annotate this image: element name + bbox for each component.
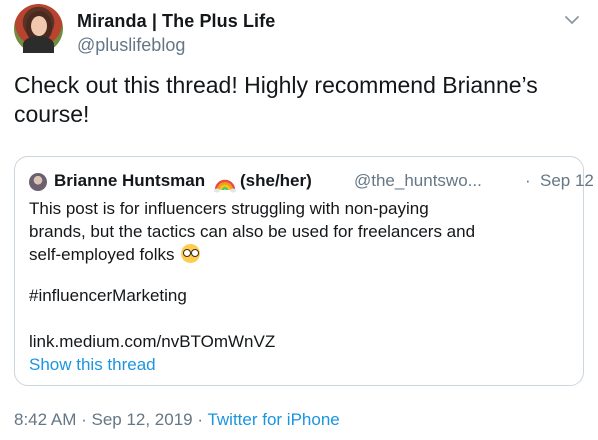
quoted-text-line: self-employed folks <box>29 245 175 264</box>
tweet-text: Check out this thread! Highly recommend … <box>14 72 538 127</box>
quoted-pronouns: (she/her) <box>240 171 312 190</box>
quoted-tweet-header: Brianne Huntsman (she/her) @the_huntswo.… <box>29 171 594 195</box>
author-display-name[interactable]: Miranda | The Plus Life <box>77 11 275 32</box>
tweet-time[interactable]: 8:42 AM <box>14 410 76 429</box>
avatar-face <box>31 16 47 36</box>
author-handle[interactable]: @pluslifeblog <box>77 35 185 56</box>
tweet-date[interactable]: Sep 12, 2019 <box>91 410 192 429</box>
tweet-meta: 8:42 AM · Sep 12, 2019 · Twitter for iPh… <box>14 410 340 430</box>
quoted-separator: · <box>525 171 531 190</box>
quoted-text-line-last: self-employed folks <box>29 243 569 266</box>
tweet-source-link[interactable]: Twitter for iPhone <box>207 410 339 429</box>
quoted-handle: @the_huntswo... <box>354 171 482 190</box>
quoted-tweet-body: This post is for influencers struggling … <box>29 197 569 266</box>
tweet-header: Miranda | The Plus Life @pluslifeblog <box>14 4 588 60</box>
nerd-face-emoji-icon <box>181 244 201 263</box>
meta-separator: · <box>192 410 208 429</box>
quoted-text-line: brands, but the tactics can also be used… <box>29 222 476 241</box>
rainbow-emoji-icon <box>214 179 236 193</box>
medium-link[interactable]: link.medium.com/nvBTOmWnVZ <box>29 332 275 352</box>
quoted-avatar <box>29 173 47 191</box>
show-thread-link[interactable]: Show this thread <box>29 355 156 375</box>
quoted-tweet-card[interactable]: Brianne Huntsman (she/her) @the_huntswo.… <box>14 156 594 386</box>
quoted-display-name: Brianne Huntsman <box>54 171 206 190</box>
avatar-shirt <box>23 36 54 53</box>
meta-separator: · <box>76 410 92 429</box>
quoted-date: Sep 12 <box>540 171 594 190</box>
chevron-down-icon[interactable] <box>564 12 580 28</box>
quoted-text-line: This post is for influencers struggling … <box>29 199 429 218</box>
hashtag[interactable]: #influencerMarketing <box>29 286 187 306</box>
avatar[interactable] <box>14 4 63 53</box>
